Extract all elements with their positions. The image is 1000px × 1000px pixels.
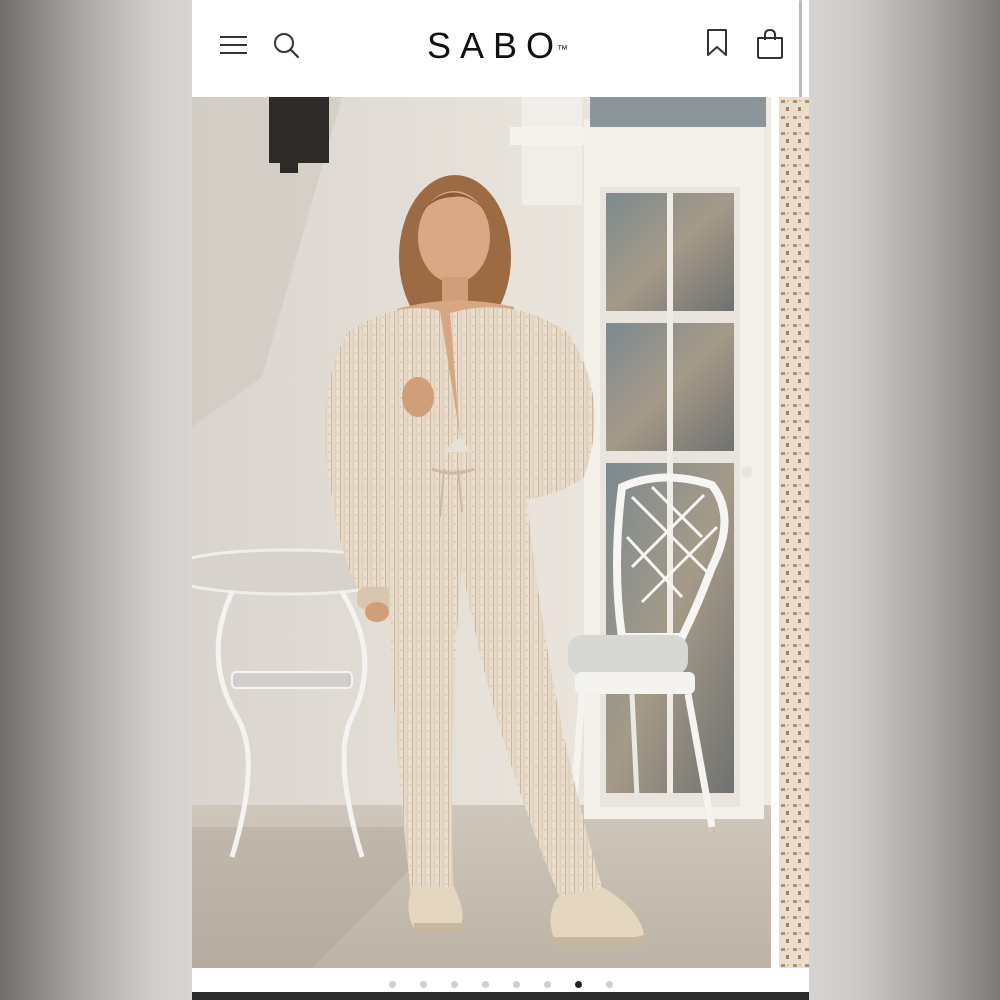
product-photo[interactable] [192,97,771,968]
carousel-dot[interactable] [481,980,489,988]
product-image-carousel[interactable] [192,97,809,968]
bottom-edge [192,992,809,1000]
carousel-dot[interactable] [450,980,458,988]
trademark-mark: ™ [557,44,569,56]
shopping-bag-icon[interactable] [754,28,786,60]
carousel-dot-active[interactable] [574,980,582,988]
carousel-dot[interactable] [419,980,427,988]
carousel-dot[interactable] [605,980,613,988]
site-header: SABO™ [192,0,809,97]
carousel-dot[interactable] [543,980,551,988]
carousel-dot[interactable] [388,980,396,988]
logo-text: SABO [426,25,564,66]
bookmark-icon[interactable] [705,28,729,58]
mobile-page: SABO™ [192,0,809,1000]
next-slide-knit-closeup [779,97,809,968]
product-photo-illustration [192,97,771,968]
next-slide-peek[interactable] [779,97,809,968]
carousel-dot[interactable] [512,980,520,988]
